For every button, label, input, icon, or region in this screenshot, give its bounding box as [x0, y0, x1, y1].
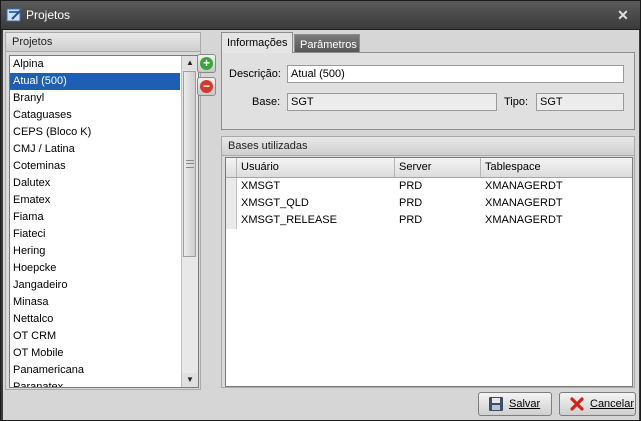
project-list-item[interactable]: Nettalco [10, 311, 180, 328]
cell-server: PRD [399, 214, 423, 226]
title-bar[interactable]: Projetos ✕ [1, 1, 640, 30]
base-field[interactable]: SGT [287, 93, 497, 111]
row-indicator [226, 212, 237, 229]
project-list-item[interactable]: Hering [10, 243, 180, 260]
project-list-item[interactable]: Fiateci [10, 226, 180, 243]
project-list-item[interactable]: Branyl [10, 90, 180, 107]
bases-grid[interactable]: Usuário Server Tablespace XMSGT PRD XMANAG… [225, 157, 633, 387]
table-row[interactable]: XMSGT PRD XMANAGERDT [226, 178, 632, 195]
cell-tablespace: XMANAGERDT [485, 214, 563, 226]
projects-list-items: Alpina Atual (500) Branyl Cataguases CEPS (B… [10, 56, 180, 387]
project-list-item[interactable]: Coteminas [10, 158, 180, 175]
project-list-item[interactable]: Dalutex [10, 175, 180, 192]
project-list-item[interactable]: OT CRM [10, 328, 180, 345]
window-title: Projetos [26, 8, 71, 22]
project-list-item[interactable]: Cataguases [10, 107, 180, 124]
add-circle-icon: + [200, 57, 213, 70]
project-list-item[interactable]: OT Mobile [10, 345, 180, 362]
base-label: Base: [252, 96, 281, 108]
dialog-body: Projetos Alpina Atual (500) Branyl Cataguas… [3, 30, 639, 420]
tab-parametros[interactable]: Parâmetros [294, 34, 360, 53]
column-server[interactable]: Server [395, 158, 481, 177]
tab-informacoes[interactable]: Informações [221, 32, 293, 53]
cell-tablespace: XMANAGERDT [485, 197, 563, 209]
cell-server: PRD [399, 180, 423, 192]
row-indicator [226, 195, 237, 212]
projects-panel-header: Projetos [6, 33, 200, 52]
red-x-icon [570, 397, 584, 411]
descricao-field[interactable]: Atual (500) [287, 65, 624, 83]
scroll-thumb[interactable] [183, 71, 196, 257]
save-button[interactable]: Salvar [478, 392, 552, 416]
floppy-disk-icon [489, 397, 503, 411]
remove-project-button[interactable]: − [197, 77, 216, 96]
project-list-item[interactable]: Minasa [10, 294, 180, 311]
tipo-label: Tipo: [504, 96, 529, 108]
add-project-button[interactable]: + [197, 54, 216, 73]
project-list-item[interactable]: Alpina [10, 56, 180, 73]
scroll-down-icon[interactable]: ▼ [182, 373, 198, 387]
details-tabs: Informações Parâmetros Descrição: Atual … [221, 32, 635, 130]
tipo-field[interactable]: SGT [536, 93, 624, 111]
bases-grid-header: Usuário Server Tablespace [226, 158, 632, 178]
grip-icon [186, 160, 194, 168]
app-icon [6, 8, 21, 22]
bases-panel: Bases utilizadas Usuário Server Tablespa… [221, 136, 635, 388]
save-button-label: Salvar [509, 398, 541, 410]
scroll-up-icon[interactable]: ▲ [182, 56, 198, 70]
column-tablespace[interactable]: Tablespace [481, 158, 632, 177]
projetos-window: Projetos ✕ Projetos Alpina Atual (500) Bra… [0, 0, 641, 421]
row-indicator [226, 178, 237, 195]
column-usuario[interactable]: Usuário [237, 158, 395, 177]
project-list-item[interactable]: CMJ / Latina [10, 141, 180, 158]
project-list-item[interactable]: CEPS (Bloco K) [10, 124, 180, 141]
project-list-item[interactable]: Fiama [10, 209, 180, 226]
table-row[interactable]: XMSGT_RELEASE PRD XMANAGERDT [226, 212, 632, 229]
project-list-item[interactable]: Atual (500) [10, 73, 180, 90]
cell-tablespace: XMANAGERDT [485, 180, 563, 192]
cell-usuario: XMSGT_RELEASE [241, 214, 337, 226]
table-row[interactable]: XMSGT_QLD PRD XMANAGERDT [226, 195, 632, 212]
cancel-button-label: Cancelar [590, 398, 635, 410]
remove-circle-icon: − [200, 80, 213, 93]
project-list-item[interactable]: Ematex [10, 192, 180, 209]
cell-server: PRD [399, 197, 423, 209]
header-indicator [226, 158, 237, 177]
projects-list[interactable]: Alpina Atual (500) Branyl Cataguases CEPS (B… [9, 55, 199, 388]
projects-list-scrollbar[interactable]: ▲ ▼ [181, 56, 198, 387]
descricao-label: Descrição: [229, 68, 281, 80]
bases-panel-header: Bases utilizadas [222, 137, 634, 156]
cell-usuario: XMSGT_QLD [241, 197, 309, 209]
cancel-button[interactable]: Cancelar [559, 392, 636, 416]
project-list-item[interactable]: Paranatex [10, 379, 180, 387]
informacoes-page: Descrição: Atual (500) Base: SGT Tipo: S… [221, 52, 635, 130]
project-list-item[interactable]: Panamericana [10, 362, 180, 379]
projects-panel: Projetos Alpina Atual (500) Branyl Cataguas… [5, 32, 201, 390]
cell-usuario: XMSGT [241, 180, 281, 192]
close-icon[interactable]: ✕ [614, 6, 632, 24]
project-list-item[interactable]: Hoepcke [10, 260, 180, 277]
project-list-item[interactable]: Jangadeiro [10, 277, 180, 294]
